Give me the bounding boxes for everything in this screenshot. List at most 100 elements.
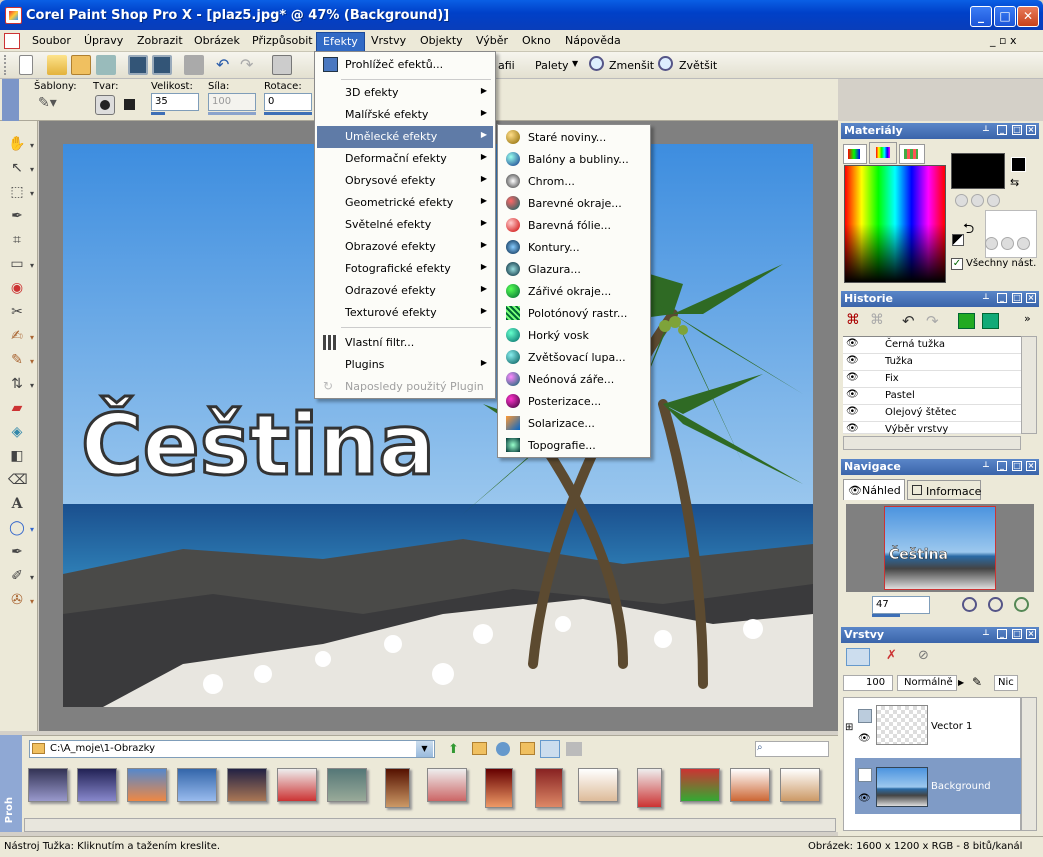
preset-shape-tool-icon[interactable]: ◯ [8,519,26,537]
edit-selection-icon[interactable]: ⊘ [918,648,929,663]
submenu-item-topography[interactable]: Topografie... [500,435,648,457]
eye-icon[interactable]: 👁 [858,733,871,744]
submenu-item-halftone[interactable]: Polotónový rastr... [500,303,648,325]
history-palette-title[interactable]: Historie ⊥ _ □ × [841,291,1039,307]
pen-tool-icon[interactable]: ✒ [8,543,26,561]
fg-style-buttons[interactable] [955,194,1005,208]
menu-napoveda[interactable]: Nápověda [559,32,627,50]
size-slider[interactable] [151,112,165,115]
blend-mode-select[interactable]: Normálně [897,675,957,691]
maximize-palette-icon[interactable]: □ [1012,293,1022,303]
thumbnail[interactable] [780,768,820,802]
selection-tool-icon[interactable]: ⬚ [8,183,26,201]
folders-icon[interactable] [472,742,487,755]
close-palette-icon[interactable]: × [1026,461,1036,471]
tab-swatches[interactable] [899,144,925,164]
new-layer-icon[interactable] [846,648,870,666]
print-icon[interactable] [184,55,204,75]
open-folder-icon[interactable] [520,742,535,755]
all-tools-checkbox[interactable]: ✓ [951,258,963,270]
blend-dropdown-icon[interactable]: ▶ [958,675,968,691]
thumbnail[interactable] [227,768,267,802]
minimize-palette-icon[interactable]: _ [997,461,1007,471]
menu-item-last-plugin[interactable]: ↻ Naposledy použitý Plugin [317,376,493,398]
history-row[interactable]: 👁Tužka [843,354,1021,371]
crop-toolbar-icon[interactable] [272,55,292,75]
layer-name-background[interactable]: Background [931,781,991,792]
zoom-100-icon[interactable] [1014,597,1029,612]
clone-tool-icon[interactable]: ✂ [8,303,26,321]
submenu-item-enamel[interactable]: Glazura... [500,259,648,281]
browser-search-input[interactable] [755,741,829,757]
submenu-item-colored-edges[interactable]: Barevné okraje... [500,193,648,215]
thumbnail[interactable] [535,768,563,808]
minimize-palette-icon[interactable]: _ [997,125,1007,135]
close-palette-icon[interactable]: × [1026,125,1036,135]
palettes-button[interactable]: Palety [535,59,569,72]
submenu-item-aged-newspaper[interactable]: Staré noviny... [500,127,648,149]
doc-icon[interactable] [4,33,20,49]
open-icon[interactable] [47,55,67,75]
default-colors-icon[interactable] [952,234,964,246]
more-icon[interactable]: » [1024,312,1031,325]
eye-icon[interactable]: 👁 [858,793,871,804]
zoom-in-icon[interactable] [658,56,673,71]
tool-options-grip[interactable] [2,79,19,121]
size-input[interactable]: 35 [151,93,199,111]
menu-okno[interactable]: Okno [516,32,557,50]
color-picker-rainbow[interactable] [844,165,946,283]
zoom-in-button[interactable]: Zvětšit [679,59,717,72]
pin-icon[interactable]: ⊥ [981,461,991,471]
navigation-preview[interactable]: Čeština [846,504,1034,592]
warp-brush-tool-icon[interactable]: ✐ [8,567,26,585]
thumbnail[interactable] [578,768,618,802]
zoom-out-button[interactable]: Zmenšit [609,59,654,72]
scan-icon[interactable] [96,55,116,75]
save-icon[interactable] [128,55,148,75]
minimize-palette-icon[interactable]: _ [997,293,1007,303]
zoom-out-nav-icon[interactable] [988,597,1003,612]
undo-history-icon[interactable]: ↶ [902,312,915,330]
zoom-in-nav-icon[interactable] [962,597,977,612]
menu-prizpusobit[interactable]: Přizpůsobit [246,32,319,50]
dodge-tool-icon[interactable]: ⇅ [8,375,26,393]
strength-slider[interactable] [208,112,256,115]
zoom-input[interactable]: 47 [872,596,930,614]
thumbnail[interactable] [177,768,217,802]
thumbnail[interactable] [485,768,513,808]
pan-tool-icon[interactable]: ✋ [8,135,26,153]
menu-item-image-effects[interactable]: Obrazové efekty▶ [317,236,493,258]
new-icon[interactable] [19,55,33,75]
quickscript-icon[interactable] [958,313,975,329]
path-dropdown-icon[interactable]: ▼ [416,741,433,757]
layers-scrollbar[interactable] [1021,697,1037,831]
submenu-item-chrome[interactable]: Chrom... [500,171,648,193]
trail-label[interactable]: afii [498,59,515,72]
swap-arrow-icon[interactable]: ⮌ [963,218,974,242]
save-as-icon[interactable] [152,55,172,75]
menu-item-effect-browser[interactable]: Prohlížeč efektů... [317,54,493,76]
makeover-tool-icon[interactable]: ✍ [8,327,26,345]
thumbnail-view-icon[interactable] [540,740,560,758]
thumbnail[interactable] [127,768,167,802]
close-palette-icon[interactable]: × [1026,629,1036,639]
delete-layer-icon[interactable]: ✗ [886,648,897,663]
history-row[interactable]: 👁Pastel [843,388,1021,405]
thumbnail[interactable] [680,768,720,802]
fill-tool-icon[interactable]: ◈ [8,423,26,441]
presets-dropdown[interactable]: ✎▾ [38,95,66,115]
menu-vyber[interactable]: Výběr [470,32,514,50]
menu-item-art-media-effects[interactable]: Malířské efekty▶ [317,104,493,126]
history-hscrollbar[interactable] [843,436,1021,450]
history-row[interactable]: 👁Výběr vrstvy [843,422,1021,434]
submenu-item-contours[interactable]: Kontury... [500,237,648,259]
folder-path-select[interactable]: C:\A_moje\1-Obrazky [29,740,435,758]
layers-palette-title[interactable]: Vrstvy ⊥ _ □ × [841,627,1039,643]
text-tool-icon[interactable]: A [8,495,26,513]
maximize-palette-icon[interactable]: □ [1012,125,1022,135]
maximize-button[interactable]: □ [994,6,1016,27]
navigation-palette-title[interactable]: Navigace ⊥ _ □ × [841,459,1039,475]
layer-name-vector[interactable]: Vector 1 [931,721,972,732]
menu-item-plugins[interactable]: Plugins▶ [317,354,493,376]
undo-icon[interactable]: ↶ [216,55,236,75]
